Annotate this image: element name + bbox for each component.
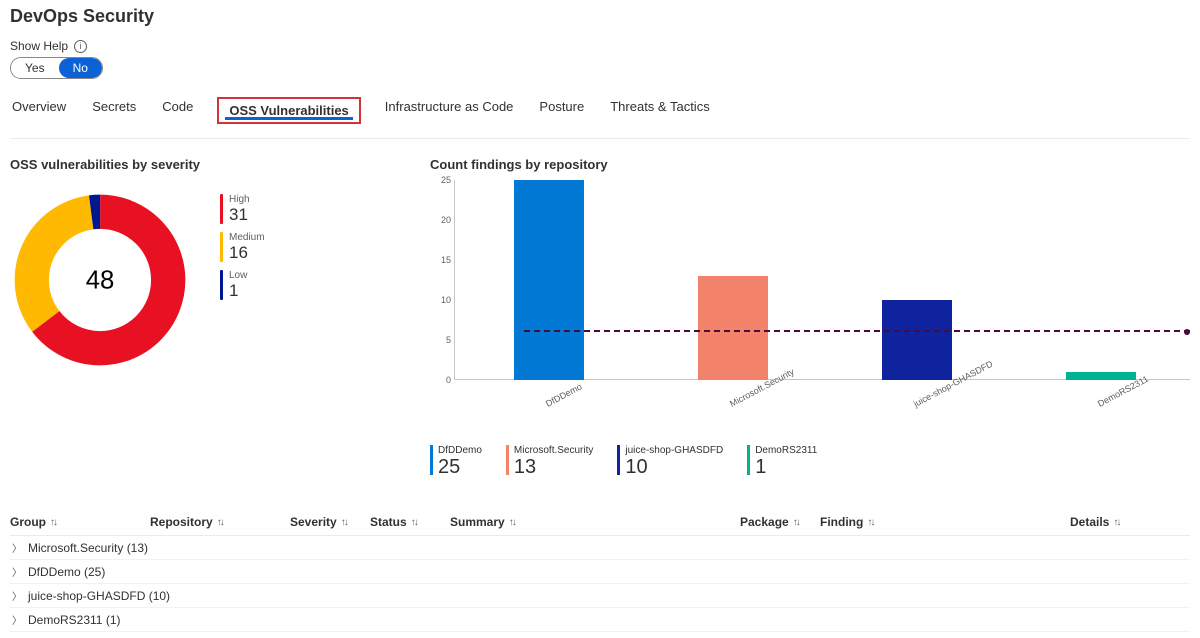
tab-oss-label: OSS Vulnerabilities [229,103,348,118]
repo-legend: DfDDemo 25 Microsoft.Security 13 juice-s… [430,445,1190,479]
th-severity[interactable]: Severity ↑↓ [290,515,370,529]
table-group-row[interactable]: 〉 Microsoft.Security (13) [10,536,1190,560]
tab-bar: Overview Secrets Code OSS Vulnerabilitie… [10,93,1190,132]
table-group-row[interactable]: 〉 DemoRS2311 (1) [10,608,1190,632]
info-icon[interactable]: i [74,40,87,53]
chevron-right-icon: 〉 [12,540,22,555]
th-details[interactable]: Details ↑↓ [1070,515,1160,529]
sort-icon[interactable]: ↑↓ [341,517,347,528]
repo-legend-value: 25 [438,456,482,479]
tab-infrastructure-as-code[interactable]: Infrastructure as Code [383,97,516,124]
repo-legend-label: DfDDemo [438,445,482,456]
show-help-label: Show Help [10,39,68,53]
sort-icon[interactable]: ↑↓ [793,517,799,528]
sort-icon[interactable]: ↑↓ [217,517,223,528]
sort-icon[interactable]: ↑↓ [509,517,515,528]
tab-secrets[interactable]: Secrets [90,97,138,124]
sort-icon[interactable]: ↑↓ [867,517,873,528]
repo-panel-title: Count findings by repository [430,157,1190,172]
th-label: Summary [450,515,505,529]
severity-donut-chart[interactable]: 48 [10,190,190,370]
legend-value: 31 [229,206,250,224]
table-group-row[interactable]: 〉 juice-shop-GHASDFD (10) [10,584,1190,608]
toggle-yes[interactable]: Yes [11,58,59,78]
chart-bar[interactable] [882,300,952,380]
findings-table-header: Group ↑↓ Repository ↑↓ Severity ↑↓ Statu… [10,509,1190,536]
tab-overview[interactable]: Overview [10,97,68,124]
chart-bar[interactable] [698,276,768,380]
th-label: Severity [290,515,337,529]
toggle-no[interactable]: No [59,58,102,78]
repo-legend-label: DemoRS2311 [755,445,817,456]
th-repository[interactable]: Repository ↑↓ [150,515,290,529]
tab-threats-tactics[interactable]: Threats & Tactics [608,97,711,124]
repo-legend-item[interactable]: DemoRS2311 1 [747,445,817,479]
repo-legend-item[interactable]: Microsoft.Security 13 [506,445,593,479]
th-status[interactable]: Status ↑↓ [370,515,450,529]
group-label: Microsoft.Security (13) [28,541,148,555]
repo-bar-chart[interactable]: 0510152025DfDDemoMicrosoft.Securityjuice… [430,180,1190,390]
show-help-toggle[interactable]: Yes No [10,57,103,79]
legend-item-high[interactable]: High 31 [220,194,265,224]
th-label: Group [10,515,46,529]
repo-legend-value: 13 [514,456,593,479]
th-label: Status [370,515,407,529]
th-package[interactable]: Package ↑↓ [740,515,820,529]
legend-item-low[interactable]: Low 1 [220,270,265,300]
sort-icon[interactable]: ↑↓ [411,517,417,528]
table-group-row[interactable]: 〉 DfDDemo (25) [10,560,1190,584]
group-label: juice-shop-GHASDFD (10) [28,589,170,603]
tab-posture[interactable]: Posture [537,97,586,124]
th-group[interactable]: Group ↑↓ [10,515,150,529]
chart-bar[interactable] [514,180,584,380]
repo-legend-label: juice-shop-GHASDFD [625,445,723,456]
repo-legend-label: Microsoft.Security [514,445,593,456]
repo-legend-value: 10 [625,456,723,479]
chart-bar[interactable] [1066,372,1136,380]
sort-icon[interactable]: ↑↓ [1113,517,1119,528]
tab-code[interactable]: Code [160,97,195,124]
th-label: Repository [150,515,213,529]
th-label: Finding [820,515,863,529]
th-label: Details [1070,515,1109,529]
repo-legend-item[interactable]: DfDDemo 25 [430,445,482,479]
chevron-right-icon: 〉 [12,564,22,579]
severity-legend: High 31 Medium 16 Low 1 [220,190,265,300]
repo-legend-value: 1 [755,456,817,479]
page-title: DevOps Security [10,6,1190,27]
chevron-right-icon: 〉 [12,588,22,603]
legend-item-medium[interactable]: Medium 16 [220,232,265,262]
legend-value: 16 [229,244,265,262]
legend-value: 1 [229,282,247,300]
sort-icon[interactable]: ↑↓ [50,517,56,528]
th-finding[interactable]: Finding ↑↓ [820,515,1070,529]
group-label: DfDDemo (25) [28,565,105,579]
th-label: Package [740,515,789,529]
th-summary[interactable]: Summary ↑↓ [450,515,740,529]
donut-total: 48 [86,267,115,295]
repo-legend-item[interactable]: juice-shop-GHASDFD 10 [617,445,723,479]
group-label: DemoRS2311 (1) [28,613,120,627]
severity-panel-title: OSS vulnerabilities by severity [10,157,402,172]
tab-oss-vulnerabilities[interactable]: OSS Vulnerabilities [217,97,360,124]
chart-x-label: DfDDemo [544,381,584,408]
